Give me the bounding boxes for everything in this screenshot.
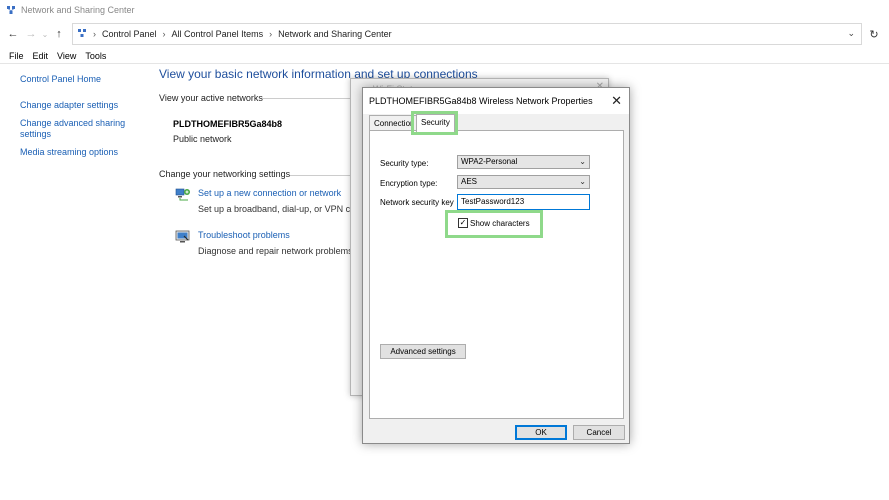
menu-view[interactable]: View xyxy=(57,51,76,61)
security-type-value: WPA2-Personal xyxy=(461,157,518,166)
troubleshoot-desc: Diagnose and repair network problems, or… xyxy=(198,246,351,256)
breadcrumb-network-sharing[interactable]: Network and Sharing Center xyxy=(278,29,392,39)
back-arrow-icon[interactable]: ← xyxy=(4,25,22,43)
network-key-label: Network security key xyxy=(380,198,454,207)
divider xyxy=(262,98,362,99)
breadcrumb-separator: › xyxy=(93,29,96,39)
recent-locations-icon[interactable]: ⌄ xyxy=(40,25,50,43)
sidebar-item-adapter-settings[interactable]: Change adapter settings xyxy=(20,100,145,111)
troubleshoot-link[interactable]: Troubleshoot problems xyxy=(198,230,290,240)
encryption-type-value: AES xyxy=(461,177,478,186)
window-title: Network and Sharing Center xyxy=(21,5,135,15)
network-setup-icon xyxy=(175,187,191,201)
breadcrumb-separator: › xyxy=(162,29,166,39)
security-tab-panel: Security type: WPA2-Personal ⌄ Encryptio… xyxy=(369,130,624,419)
menu-file[interactable]: File xyxy=(9,51,24,61)
change-settings-label: Change your networking settings xyxy=(159,169,291,179)
show-characters-checkbox[interactable]: ✓ xyxy=(458,218,468,228)
security-type-label: Security type: xyxy=(380,159,429,168)
troubleshoot-icon xyxy=(175,230,191,244)
dialog-title: PLDTHOMEFIBR5Ga84b8 Wireless Network Pro… xyxy=(369,96,593,106)
close-icon[interactable]: ✕ xyxy=(611,93,622,109)
breadcrumb-control-panel[interactable]: Control Panel xyxy=(102,29,157,39)
encryption-type-select[interactable]: AES ⌄ xyxy=(457,175,590,189)
chevron-down-icon[interactable]: ⌄ xyxy=(847,28,855,39)
address-bar: ← → ⌄ ↑ › Control Panel › All Control Pa… xyxy=(0,22,889,46)
ok-button[interactable]: OK xyxy=(515,425,567,440)
chevron-down-icon: ⌄ xyxy=(579,177,586,186)
address-box[interactable]: › Control Panel › All Control Panel Item… xyxy=(72,23,862,45)
sidebar-item-control-panel-home[interactable]: Control Panel Home xyxy=(20,74,145,85)
setup-connection-desc: Set up a broadband, dial-up, or VPN conn… xyxy=(198,204,351,214)
show-characters-label[interactable]: Show characters xyxy=(470,219,530,228)
dialog-titlebar: PLDTHOMEFIBR5Ga84b8 Wireless Network Pro… xyxy=(363,88,629,114)
active-networks-label: View your active networks xyxy=(159,93,263,103)
cancel-button[interactable]: Cancel xyxy=(573,425,625,440)
menu-edit[interactable]: Edit xyxy=(33,51,49,61)
forward-arrow-icon[interactable]: → xyxy=(22,25,40,43)
sidebar: Control Panel Home Change adapter settin… xyxy=(20,74,145,158)
setup-connection-link[interactable]: Set up a new connection or network xyxy=(198,188,341,198)
menu-tools[interactable]: Tools xyxy=(85,51,106,61)
menu-bar: File Edit View Tools xyxy=(0,48,889,64)
tab-security[interactable]: Security xyxy=(416,114,455,132)
sidebar-item-media-streaming[interactable]: Media streaming options xyxy=(20,147,145,158)
network-type: Public network xyxy=(173,134,232,144)
breadcrumb-separator: › xyxy=(269,29,273,39)
refresh-icon[interactable]: ↻ xyxy=(864,25,884,43)
window-titlebar: Network and Sharing Center xyxy=(0,0,889,20)
tab-connection[interactable]: Connection xyxy=(369,115,420,131)
chevron-down-icon: ⌄ xyxy=(579,157,586,166)
breadcrumb-all-items[interactable]: All Control Panel Items xyxy=(172,29,264,39)
network-key-input[interactable]: TestPassword123 xyxy=(457,194,590,210)
network-icon xyxy=(6,5,16,15)
wireless-properties-dialog: PLDTHOMEFIBR5Ga84b8 Wireless Network Pro… xyxy=(362,87,630,444)
up-arrow-icon[interactable]: ↑ xyxy=(50,25,68,43)
encryption-type-label: Encryption type: xyxy=(380,179,438,188)
advanced-settings-button[interactable]: Advanced settings xyxy=(380,344,466,359)
network-name: PLDTHOMEFIBR5Ga84b8 xyxy=(173,119,283,129)
security-type-select[interactable]: WPA2-Personal ⌄ xyxy=(457,155,590,169)
control-panel-icon xyxy=(77,28,87,41)
sidebar-item-advanced-sharing[interactable]: Change advanced sharing settings xyxy=(20,118,130,140)
